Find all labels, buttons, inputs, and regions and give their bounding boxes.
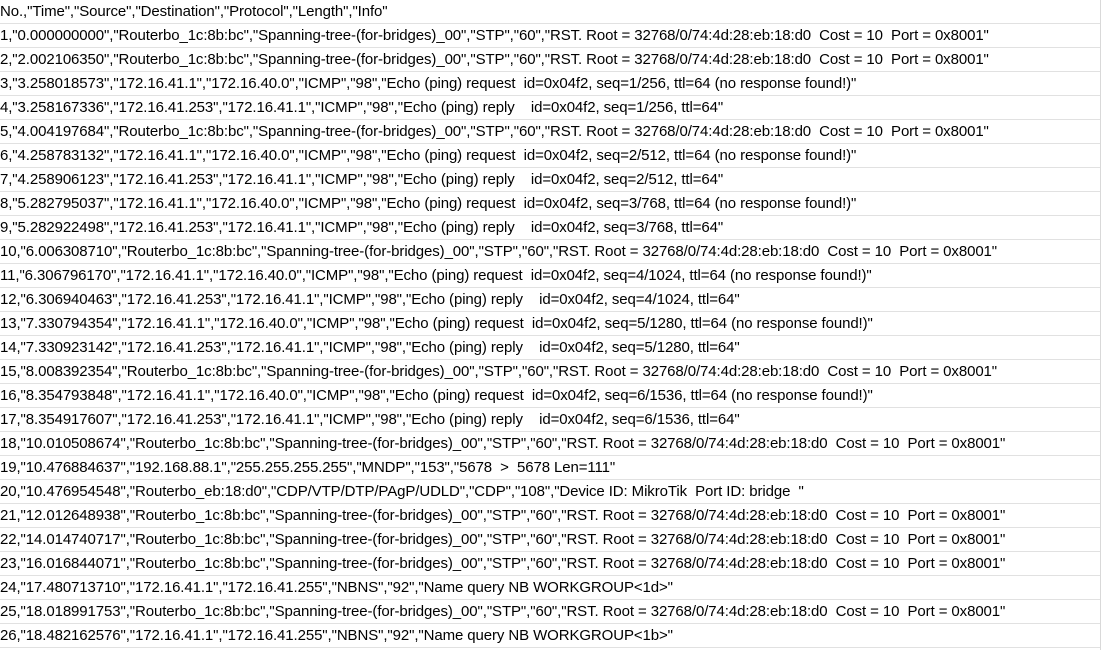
sheet-row: 17,"8.354917607","172.16.41.253","172.16… (0, 408, 1101, 432)
sheet-row: 4,"3.258167336","172.16.41.253","172.16.… (0, 96, 1101, 120)
sheet-row: 13,"7.330794354","172.16.41.1","172.16.4… (0, 312, 1101, 336)
sheet-row-header: No.,"Time","Source","Destination","Proto… (0, 0, 1101, 24)
sheet-row: 21,"12.012648938","Routerbo_1c:8b:bc","S… (0, 504, 1101, 528)
sheet-row: 6,"4.258783132","172.16.41.1","172.16.40… (0, 144, 1101, 168)
cell-a6[interactable]: 5,"4.004197684","Routerbo_1c:8b:bc","Spa… (0, 120, 989, 143)
sheet-row: 24,"17.480713710","172.16.41.1","172.16.… (0, 576, 1101, 600)
cell-a5[interactable]: 4,"3.258167336","172.16.41.253","172.16.… (0, 96, 723, 119)
cell-a7[interactable]: 6,"4.258783132","172.16.41.1","172.16.40… (0, 144, 856, 167)
cell-a25[interactable]: 24,"17.480713710","172.16.41.1","172.16.… (0, 576, 673, 599)
cell-a18[interactable]: 17,"8.354917607","172.16.41.253","172.16… (0, 408, 740, 431)
sheet-row: 15,"8.008392354","Routerbo_1c:8b:bc","Sp… (0, 360, 1101, 384)
sheet-row: 5,"4.004197684","Routerbo_1c:8b:bc","Spa… (0, 120, 1101, 144)
sheet-row: 11,"6.306796170","172.16.41.1","172.16.4… (0, 264, 1101, 288)
cell-a1[interactable]: No.,"Time","Source","Destination","Proto… (0, 0, 388, 23)
sheet-row: 18,"10.010508674","Routerbo_1c:8b:bc","S… (0, 432, 1101, 456)
sheet-row: 23,"16.016844071","Routerbo_1c:8b:bc","S… (0, 552, 1101, 576)
sheet-row: 14,"7.330923142","172.16.41.253","172.16… (0, 336, 1101, 360)
cell-a10[interactable]: 9,"5.282922498","172.16.41.253","172.16.… (0, 216, 723, 239)
spreadsheet-grid: No.,"Time","Source","Destination","Proto… (0, 0, 1101, 650)
cell-a20[interactable]: 19,"10.476884637","192.168.88.1","255.25… (0, 456, 615, 479)
cell-a27[interactable]: 26,"18.482162576","172.16.41.1","172.16.… (0, 624, 673, 647)
cell-a9[interactable]: 8,"5.282795037","172.16.41.1","172.16.40… (0, 192, 856, 215)
sheet-row: 9,"5.282922498","172.16.41.253","172.16.… (0, 216, 1101, 240)
cell-a13[interactable]: 12,"6.306940463","172.16.41.253","172.16… (0, 288, 740, 311)
sheet-row: 10,"6.006308710","Routerbo_1c:8b:bc","Sp… (0, 240, 1101, 264)
sheet-row: 20,"10.476954548","Routerbo_eb:18:d0","C… (0, 480, 1101, 504)
cell-a16[interactable]: 15,"8.008392354","Routerbo_1c:8b:bc","Sp… (0, 360, 997, 383)
cell-a8[interactable]: 7,"4.258906123","172.16.41.253","172.16.… (0, 168, 723, 191)
sheet-row: 19,"10.476884637","192.168.88.1","255.25… (0, 456, 1101, 480)
cell-a11[interactable]: 10,"6.006308710","Routerbo_1c:8b:bc","Sp… (0, 240, 997, 263)
cell-a2[interactable]: 1,"0.000000000","Routerbo_1c:8b:bc","Spa… (0, 24, 989, 47)
cell-a21[interactable]: 20,"10.476954548","Routerbo_eb:18:d0","C… (0, 480, 804, 503)
cell-a4[interactable]: 3,"3.258018573","172.16.41.1","172.16.40… (0, 72, 856, 95)
sheet-row: 22,"14.014740717","Routerbo_1c:8b:bc","S… (0, 528, 1101, 552)
cell-a26[interactable]: 25,"18.018991753","Routerbo_1c:8b:bc","S… (0, 600, 1005, 623)
sheet-row: 16,"8.354793848","172.16.41.1","172.16.4… (0, 384, 1101, 408)
cell-a14[interactable]: 13,"7.330794354","172.16.41.1","172.16.4… (0, 312, 873, 335)
sheet-row: 1,"0.000000000","Routerbo_1c:8b:bc","Spa… (0, 24, 1101, 48)
cell-a3[interactable]: 2,"2.002106350","Routerbo_1c:8b:bc","Spa… (0, 48, 989, 71)
sheet-row: 3,"3.258018573","172.16.41.1","172.16.40… (0, 72, 1101, 96)
sheet-row: 7,"4.258906123","172.16.41.253","172.16.… (0, 168, 1101, 192)
sheet-row: 2,"2.002106350","Routerbo_1c:8b:bc","Spa… (0, 48, 1101, 72)
cell-a22[interactable]: 21,"12.012648938","Routerbo_1c:8b:bc","S… (0, 504, 1005, 527)
sheet-row: 8,"5.282795037","172.16.41.1","172.16.40… (0, 192, 1101, 216)
cell-a12[interactable]: 11,"6.306796170","172.16.41.1","172.16.4… (0, 264, 872, 287)
cell-a24[interactable]: 23,"16.016844071","Routerbo_1c:8b:bc","S… (0, 552, 1005, 575)
cell-a19[interactable]: 18,"10.010508674","Routerbo_1c:8b:bc","S… (0, 432, 1005, 455)
sheet-row: 25,"18.018991753","Routerbo_1c:8b:bc","S… (0, 600, 1101, 624)
cell-a15[interactable]: 14,"7.330923142","172.16.41.253","172.16… (0, 336, 740, 359)
cell-a17[interactable]: 16,"8.354793848","172.16.41.1","172.16.4… (0, 384, 873, 407)
cell-a23[interactable]: 22,"14.014740717","Routerbo_1c:8b:bc","S… (0, 528, 1005, 551)
sheet-row: 12,"6.306940463","172.16.41.253","172.16… (0, 288, 1101, 312)
sheet-row: 26,"18.482162576","172.16.41.1","172.16.… (0, 624, 1101, 648)
